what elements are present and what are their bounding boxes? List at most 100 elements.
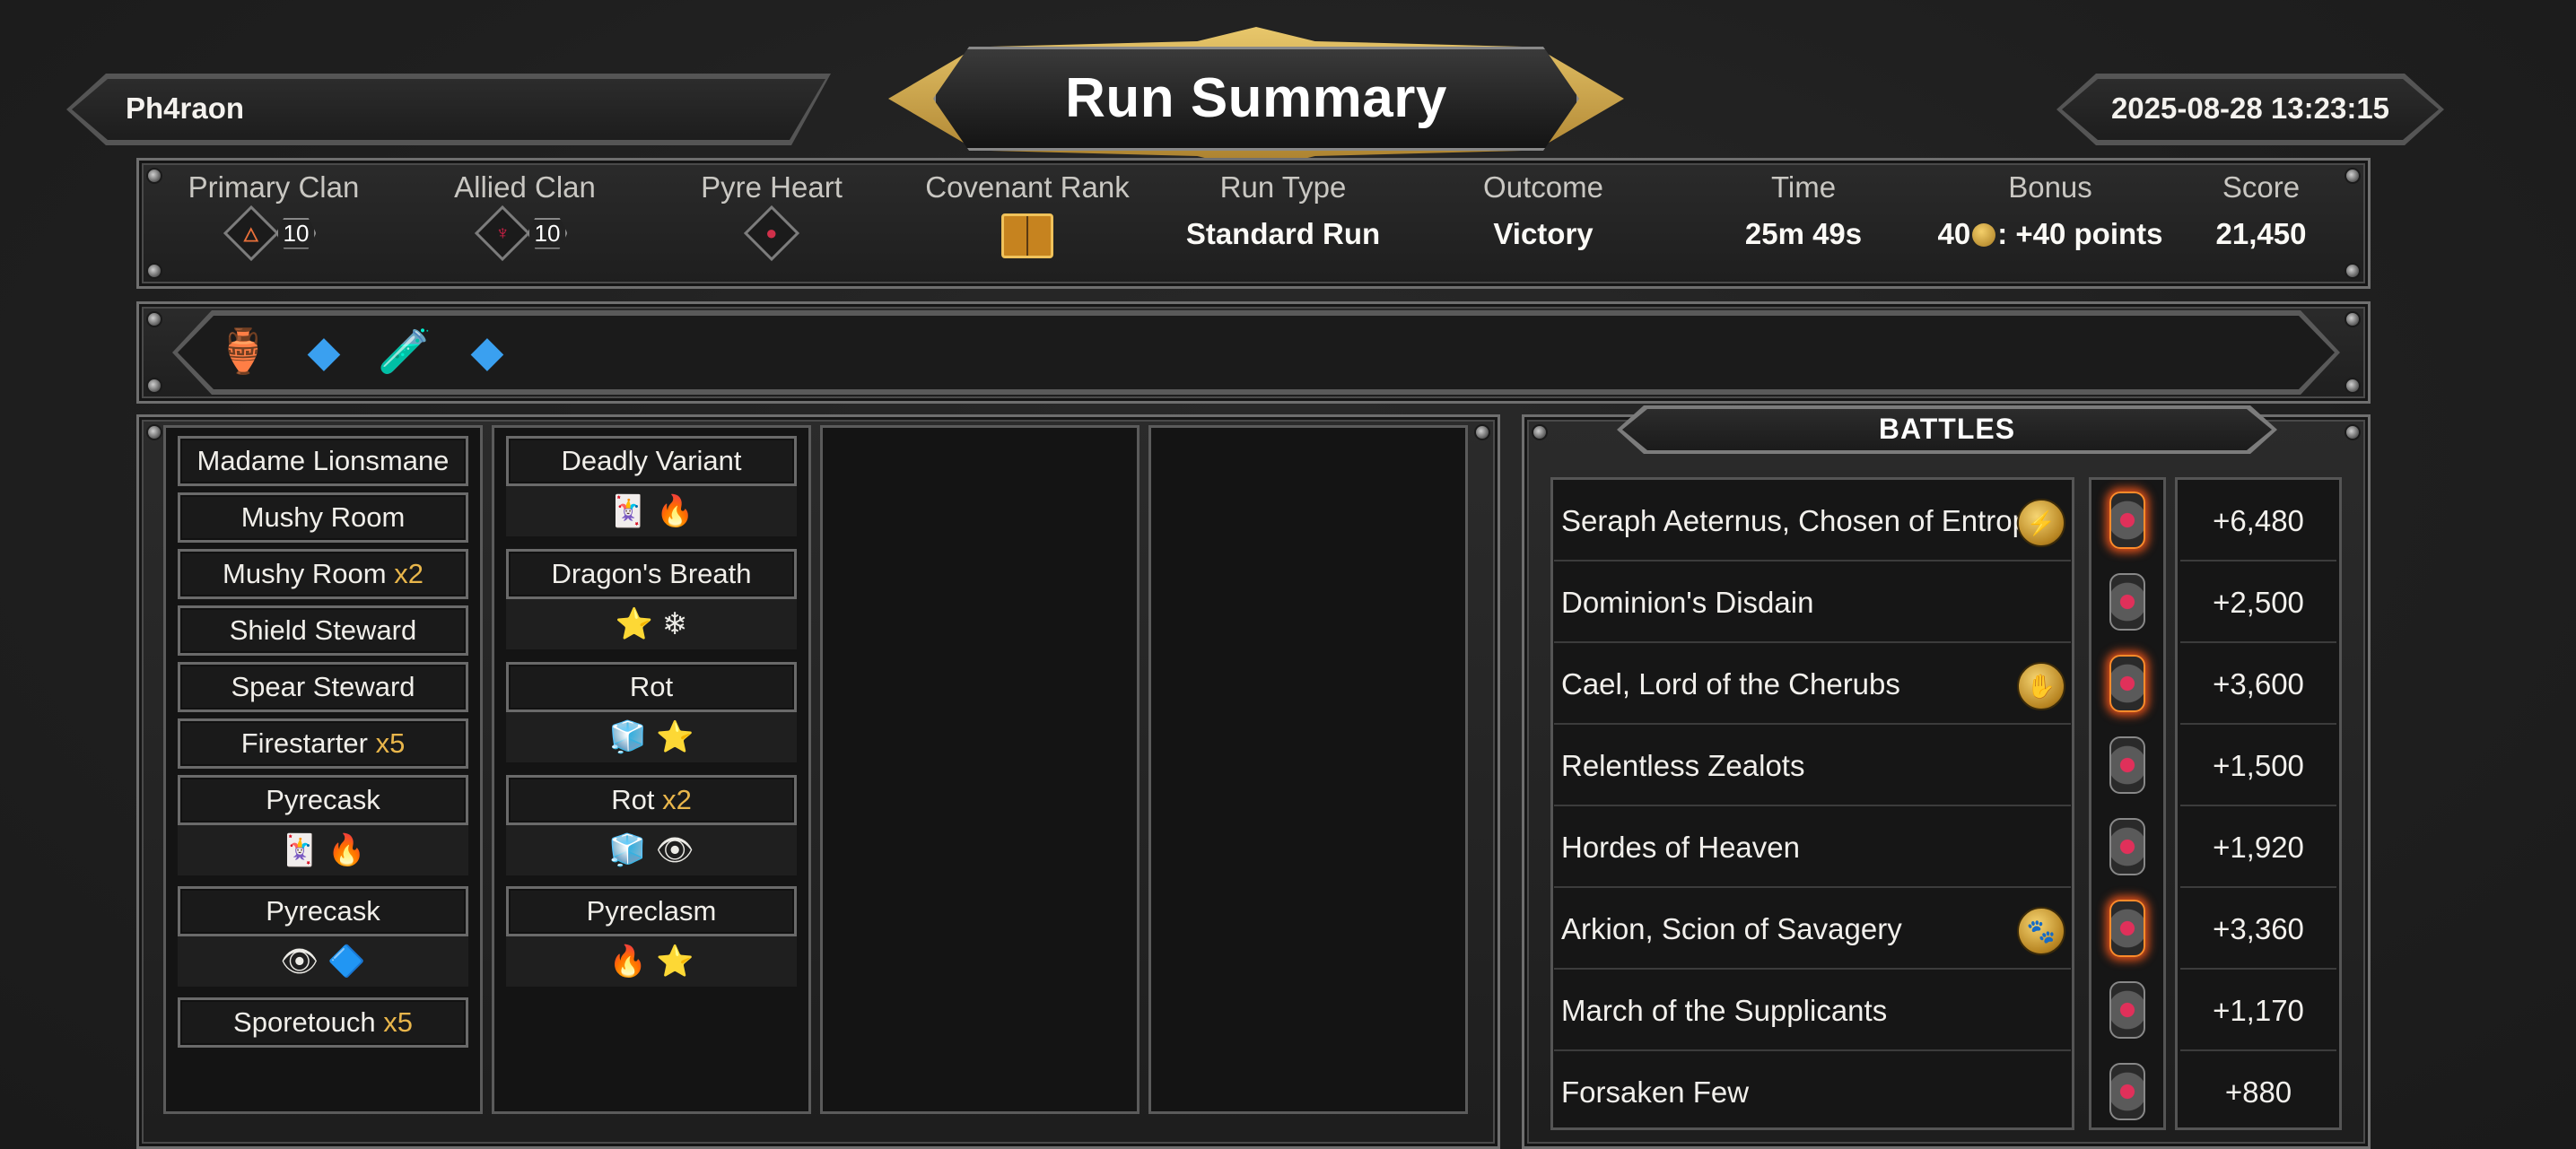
pyre-heart-stat[interactable]: Pyre Heart ● xyxy=(682,170,861,262)
battle-score: +1,920 xyxy=(2180,807,2336,888)
pyre-heart-cell xyxy=(2094,889,2161,970)
player-name: Ph4raon xyxy=(126,91,245,125)
bonus-value: 40 : +40 points xyxy=(1929,217,2171,251)
boss-medal-icon: ⚡ xyxy=(2017,499,2065,547)
battle-row[interactable]: Forsaken Few xyxy=(1554,1052,2071,1133)
battle-score: +3,600 xyxy=(2180,644,2336,725)
battle-name: Forsaken Few xyxy=(1561,1075,1750,1109)
deck-card[interactable]: Deadly Variant xyxy=(506,436,797,486)
card-multiplier: x2 xyxy=(662,784,692,815)
battle-score: +1,170 xyxy=(2180,971,2336,1051)
outcome-label: Outcome xyxy=(1483,170,1603,204)
primary-clan-label: Primary Clan xyxy=(188,170,360,204)
run-type-stat: Run Type Standard Run xyxy=(1175,170,1391,251)
primary-clan-stat[interactable]: Primary Clan 🜂 10 xyxy=(179,170,368,262)
deck-card[interactable]: Mushy Room xyxy=(178,492,468,543)
deck-card[interactable]: Pyreclasm xyxy=(506,886,797,936)
eye-upgrade-icon: 👁 xyxy=(655,833,694,867)
battle-score: +6,480 xyxy=(2180,481,2336,561)
deck-column-4 xyxy=(1148,425,1468,1114)
card-upgrades: ⭐ ❄ xyxy=(506,599,797,649)
battle-row[interactable]: Seraph Aeternus, Chosen of Entropy ⚡ xyxy=(1554,481,2071,561)
pyre-heart-cell xyxy=(2094,644,2161,725)
pyre-heart-icon xyxy=(2109,900,2145,957)
boss-medal-icon: 🐾 xyxy=(2017,907,2065,955)
snowflake-upgrade-icon: ❄ xyxy=(661,607,688,641)
card-multiplier: x5 xyxy=(383,1006,413,1038)
pyre-heart-cell xyxy=(2094,971,2161,1051)
allied-clan-stat[interactable]: Allied Clan ♆ 10 xyxy=(431,170,619,262)
card-upgrades: 👁 🔷 xyxy=(178,936,468,987)
battle-row[interactable]: Dominion's Disdain xyxy=(1554,562,2071,643)
battle-row[interactable]: Relentless Zealots xyxy=(1554,726,2071,806)
pyre-heart-cell xyxy=(2094,726,2161,806)
boss-medal-icon: ✋ xyxy=(2017,662,2065,710)
battles-title: BATTLES xyxy=(1878,413,2016,445)
deck-card[interactable]: Dragon's Breath xyxy=(506,549,797,599)
score-stat: Score 21,450 xyxy=(2189,170,2333,251)
pyre-heart-icon xyxy=(2109,573,2145,631)
bonus-amount: 40 xyxy=(1937,217,1971,250)
star-upgrade-icon: ⭐ xyxy=(656,720,694,754)
fire-upgrade-icon: 🔥 xyxy=(327,833,366,867)
battle-name: Arkion, Scion of Savagery xyxy=(1561,912,1902,945)
allied-clan-label: Allied Clan xyxy=(454,170,596,204)
card-upgrades: 🔥 ⭐ xyxy=(506,936,797,987)
battle-name: Dominion's Disdain xyxy=(1561,586,1814,619)
page-title: Run Summary xyxy=(1065,67,1447,129)
artifact-blue-shard-icon[interactable]: ◆ xyxy=(296,325,352,380)
deck-card[interactable]: Pyrecask xyxy=(178,886,468,936)
star-upgrade-icon: ⭐ xyxy=(615,607,653,641)
outcome-value: Victory xyxy=(1493,217,1594,250)
battle-score: +880 xyxy=(2224,1075,2292,1109)
primary-clan-emblem-icon: 🜂 xyxy=(223,205,279,262)
pyre-heart-icon xyxy=(2109,1063,2145,1120)
covenant-rank-stat[interactable]: Covenant Rank xyxy=(915,170,1140,263)
card-upgrade-icon: 🃏 xyxy=(280,833,319,867)
pyre-heart-icon xyxy=(2109,655,2145,712)
deck-card[interactable]: Spear Steward xyxy=(178,662,468,712)
pyre-heart-cell xyxy=(2094,562,2161,643)
covenant-rank-label: Covenant Rank xyxy=(925,170,1130,204)
pyre-heart-icon xyxy=(2109,492,2145,549)
battle-row[interactable]: March of the Supplicants xyxy=(1554,971,2071,1051)
covenant-book-icon xyxy=(1001,213,1053,258)
pyre-heart-icon xyxy=(2109,981,2145,1039)
star-upgrade-icon: ⭐ xyxy=(656,944,694,979)
bonus-points: : +40 points xyxy=(1997,217,2163,250)
score-value: 21,450 xyxy=(2215,217,2307,250)
deck-card[interactable]: Madame Lionsmane xyxy=(178,436,468,486)
artifact-blue-shard-icon[interactable]: ◆ xyxy=(459,325,515,380)
battle-name: Seraph Aeternus, Chosen of Entropy xyxy=(1561,504,2044,537)
deck-card[interactable]: Rot x2 xyxy=(506,775,797,825)
battle-row[interactable]: Arkion, Scion of Savagery 🐾 xyxy=(1554,889,2071,970)
run-type-label: Run Type xyxy=(1219,170,1347,204)
battle-name: March of the Supplicants xyxy=(1561,994,1888,1027)
shard-upgrade-icon: 🔷 xyxy=(327,944,366,979)
deck-card[interactable]: Shield Steward xyxy=(178,605,468,656)
battle-score: +2,500 xyxy=(2180,562,2336,643)
allied-clan-level: 10 xyxy=(527,217,568,249)
pyre-heart-cell xyxy=(2094,807,2161,888)
pyre-heart-cell xyxy=(2094,481,2161,561)
artifact-shrine-icon[interactable]: 🏺 xyxy=(215,325,271,380)
primary-clan-level: 10 xyxy=(275,217,317,249)
fire-upgrade-icon: 🔥 xyxy=(608,944,647,979)
deck-card[interactable]: Mushy Room x2 xyxy=(178,549,468,599)
allied-clan-emblem-icon: ♆ xyxy=(474,205,530,262)
card-upgrades: 🃏 🔥 xyxy=(506,486,797,536)
battle-row[interactable]: Cael, Lord of the Cherubs ✋ xyxy=(1554,644,2071,725)
pyre-heart-label: Pyre Heart xyxy=(701,170,843,204)
deck-card[interactable]: Pyrecask xyxy=(178,775,468,825)
deck-card[interactable]: Sporetouch x5 xyxy=(178,997,468,1048)
battle-name: Cael, Lord of the Cherubs xyxy=(1561,667,1900,701)
eye-upgrade-icon: 👁 xyxy=(280,944,319,979)
deck-card[interactable]: Firestarter x5 xyxy=(178,718,468,769)
battle-row[interactable]: Hordes of Heaven xyxy=(1554,807,2071,888)
pyre-heart-icon xyxy=(2109,818,2145,875)
card-upgrade-icon: 🃏 xyxy=(608,494,647,528)
time-stat: Time 25m 49s xyxy=(1714,170,1893,251)
bonus-label: Bonus xyxy=(2008,170,2092,204)
artifact-potion-icon[interactable]: 🧪 xyxy=(377,325,432,380)
deck-card[interactable]: Rot xyxy=(506,662,797,712)
